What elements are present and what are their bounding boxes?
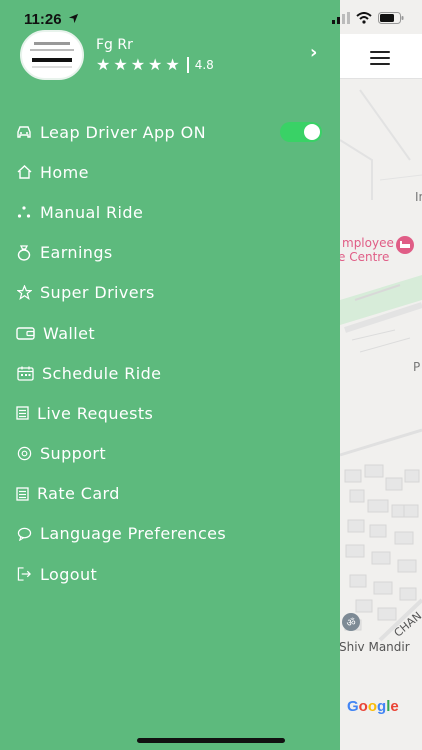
location-arrow-icon: [68, 13, 78, 24]
menu-item-rate-card[interactable]: Rate Card: [16, 474, 326, 514]
menu-label: Super Drivers: [40, 283, 155, 303]
wallet-icon: [16, 325, 35, 341]
menu-item-support[interactable]: Support: [16, 434, 326, 474]
google-logo: Google: [347, 698, 399, 715]
chat-icon: [16, 526, 32, 542]
drawer-menu: Leap Driver App ON Home Manual Ride Earn…: [16, 112, 326, 594]
hamburger-menu-icon[interactable]: [370, 51, 390, 65]
menu-label: Logout: [40, 564, 98, 584]
star-icon: ★: [130, 55, 146, 74]
status-icons: [332, 12, 404, 24]
menu-label: Rate Card: [37, 484, 120, 504]
menu-label: Home: [40, 162, 89, 182]
navigation-drawer: Fg Rr ★ ★ ★ ★ ★ 4.8 › Leap Driver App ON: [0, 0, 340, 750]
rating-value: 4.8: [194, 58, 214, 72]
home-icon: [16, 164, 32, 180]
menu-label: Leap Driver App ON: [40, 122, 206, 142]
status-time: 11:26: [24, 11, 79, 28]
menu-label: Language Preferences: [40, 524, 227, 544]
menu-label: Manual Ride: [40, 202, 144, 222]
list-icon: [16, 486, 29, 502]
menu-item-live-requests[interactable]: Live Requests: [16, 393, 326, 433]
menu-label: Live Requests: [37, 403, 154, 423]
temple-pin-icon[interactable]: ॐ: [342, 613, 360, 631]
profile-header[interactable]: Fg Rr ★ ★ ★ ★ ★ 4.8: [20, 30, 214, 80]
chevron-right-icon[interactable]: ›: [310, 42, 317, 63]
toggle-knob: [304, 124, 320, 140]
support-icon: [16, 446, 32, 462]
battery-icon: [378, 12, 404, 24]
cellular-signal-icon: [332, 12, 350, 24]
map-label-employee-1: mployee: [342, 236, 394, 250]
menu-item-manual-ride[interactable]: Manual Ride: [16, 192, 326, 232]
menu-item-logout[interactable]: Logout: [16, 554, 326, 594]
list-icon: [16, 405, 29, 421]
menu-label: Wallet: [43, 323, 96, 343]
menu-item-language[interactable]: Language Preferences: [16, 514, 326, 554]
menu-item-schedule-ride[interactable]: Schedule Ride: [16, 353, 326, 393]
wifi-icon: [356, 12, 372, 24]
home-indicator[interactable]: [137, 738, 285, 743]
menu-item-home[interactable]: Home: [16, 152, 326, 192]
star-icon: ★: [148, 55, 163, 74]
profile-name: Fg Rr: [96, 37, 133, 53]
map-label-employee-2: e Centre: [338, 250, 390, 264]
menu-label: Earnings: [40, 243, 113, 263]
logout-icon: [16, 566, 32, 582]
avatar: [20, 30, 84, 80]
calendar-icon: [16, 365, 34, 381]
route-icon: [16, 204, 32, 220]
menu-item-earnings[interactable]: Earnings: [16, 233, 326, 273]
map-label-in: In: [415, 190, 422, 204]
map-label-shiv-mandir: Shiv Mandir: [339, 640, 410, 654]
map-label-p: P: [413, 360, 421, 374]
star-outline-icon: [16, 285, 32, 301]
car-icon: [16, 124, 32, 140]
hotel-pin-icon[interactable]: [396, 236, 414, 254]
star-icon: ★: [96, 55, 111, 74]
menu-item-wallet[interactable]: Wallet: [16, 313, 326, 353]
menu-label: Schedule Ride: [42, 363, 162, 383]
menu-label: Support: [40, 444, 107, 464]
star-icon: ★: [113, 55, 128, 74]
menu-item-super-drivers[interactable]: Super Drivers: [16, 273, 326, 313]
rating-stars: ★ ★ ★ ★ ★ 4.8: [96, 57, 214, 73]
rating-divider: [186, 57, 189, 73]
star-icon: ★: [165, 55, 180, 74]
driver-online-toggle[interactable]: [280, 122, 322, 142]
money-bag-icon: [16, 245, 32, 261]
